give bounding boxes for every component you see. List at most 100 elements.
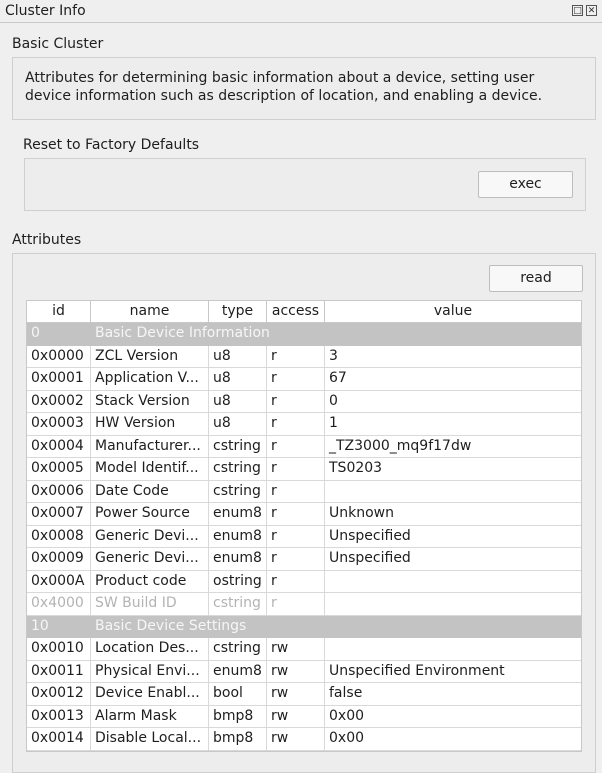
name-cell: Stack Version [91, 390, 209, 412]
table-row[interactable]: 0x0011 Physical Envi... enum8 rw Unspecified… [27, 660, 581, 683]
id-cell: 0x0012 [27, 683, 91, 705]
column-header-access[interactable]: access [267, 301, 325, 322]
type-cell: enum8 [209, 525, 267, 547]
value-cell: Unspecified [329, 527, 411, 544]
access-cell: r [267, 413, 325, 435]
type-cell: bool [209, 683, 267, 705]
name-cell: Disable Local... [91, 728, 209, 750]
attributes-table[interactable]: id name type access value 0 Basic Device … [26, 300, 582, 752]
name-cell: Application V... [91, 368, 209, 390]
group-id-cell: 0 [27, 323, 91, 345]
name-cell: Date Code [91, 480, 209, 502]
id-cell: 0x4000 [27, 593, 91, 615]
table-row[interactable]: 0x0014 Disable Local... bmp8 rw 0x00 [27, 728, 581, 751]
column-header-value[interactable]: value [325, 301, 581, 322]
type-cell: enum8 [209, 503, 267, 525]
table-row[interactable]: 0x0007 Power Source enum8 r Unknown [27, 503, 581, 526]
cluster-description: Attributes for determining basic informa… [25, 70, 543, 104]
table-row[interactable]: 0x0006 Date Code cstring r [27, 480, 581, 503]
table-header: id name type access value [27, 301, 581, 323]
id-cell: 0x0007 [27, 503, 91, 525]
id-cell: 0x0013 [27, 705, 91, 727]
name-cell: Generic Devi... [91, 548, 209, 570]
group-name-cell: Basic Device Information [95, 325, 270, 341]
value-cell: 67 [329, 370, 347, 386]
title-divider [0, 22, 602, 23]
close-icon[interactable]: ✕ [586, 5, 597, 16]
access-cell: r [267, 548, 325, 570]
table-row[interactable]: 0x0013 Alarm Mask bmp8 rw 0x00 [27, 705, 581, 728]
type-cell: u8 [209, 345, 267, 367]
type-cell: u8 [209, 413, 267, 435]
type-cell: enum8 [209, 660, 267, 682]
table-row[interactable]: 0x0009 Generic Devi... enum8 r Unspecified [27, 548, 581, 571]
table-row[interactable]: 0x0004 Manufacturer... cstring r _TZ3000_mq9… [27, 435, 581, 458]
access-cell: r [267, 345, 325, 367]
type-cell: bmp8 [209, 705, 267, 727]
name-cell: Location Des... [91, 638, 209, 660]
column-header-name[interactable]: name [91, 301, 209, 322]
access-cell: rw [267, 683, 325, 705]
exec-button[interactable]: exec [478, 171, 573, 198]
name-cell: HW Version [91, 413, 209, 435]
type-cell: bmp8 [209, 728, 267, 750]
access-cell: r [267, 570, 325, 592]
access-cell: rw [267, 705, 325, 727]
id-cell: 0x0011 [27, 660, 91, 682]
name-cell: Physical Envi... [91, 660, 209, 682]
type-cell: cstring [209, 458, 267, 480]
table-row[interactable]: 0x0002 Stack Version u8 r 0 [27, 390, 581, 413]
basic-cluster-label: Basic Cluster [12, 36, 104, 52]
type-cell: cstring [209, 638, 267, 660]
table-row[interactable]: 0x0010 Location Des... cstring rw [27, 638, 581, 661]
reset-label: Reset to Factory Defaults [23, 137, 200, 153]
group-row[interactable]: 10 Basic Device Settings [27, 615, 581, 638]
name-cell: ZCL Version [91, 345, 209, 367]
name-cell: Product code [91, 570, 209, 592]
id-cell: 0x0008 [27, 525, 91, 547]
value-cell: TS0203 [329, 460, 383, 476]
group-name-cell: Basic Device Settings [95, 617, 247, 634]
access-cell: r [267, 593, 325, 615]
name-cell: Generic Devi... [91, 525, 209, 547]
access-cell: r [267, 503, 325, 525]
name-cell: SW Build ID [91, 593, 209, 615]
id-cell: 0x0010 [27, 638, 91, 660]
value-cell: 0x00 [329, 707, 365, 724]
name-cell: Manufacturer... [91, 435, 209, 457]
value-cell [325, 571, 581, 593]
id-cell: 0x000A [27, 570, 91, 592]
table-row[interactable]: 0x0003 HW Version u8 r 1 [27, 413, 581, 436]
attributes-label: Attributes [12, 232, 82, 248]
group-id-cell: 10 [27, 615, 91, 637]
value-cell: false [329, 685, 363, 701]
table-row[interactable]: 0x0001 Application V... u8 r 67 [27, 368, 581, 391]
read-button[interactable]: read [489, 265, 583, 292]
type-cell: u8 [209, 390, 267, 412]
table-row[interactable]: 0x000A Product code ostring r [27, 570, 581, 593]
access-cell: r [267, 435, 325, 457]
restore-icon[interactable]: □ [572, 5, 583, 16]
table-row[interactable]: 0x0012 Device Enabl... bool rw false [27, 683, 581, 706]
type-cell: ostring [209, 570, 267, 592]
id-cell: 0x0009 [27, 548, 91, 570]
column-header-type[interactable]: type [209, 301, 267, 322]
access-cell: rw [267, 660, 325, 682]
value-cell: Unknown [329, 505, 394, 521]
id-cell: 0x0001 [27, 368, 91, 390]
table-row[interactable]: 0x4000 SW Build ID cstring r [27, 593, 581, 616]
group-row[interactable]: 0 Basic Device Information [27, 323, 581, 346]
access-cell: r [267, 368, 325, 390]
value-cell [325, 638, 581, 660]
value-cell: 0x00 [329, 730, 365, 746]
column-header-id[interactable]: id [27, 301, 91, 322]
table-row[interactable]: 0x0005 Model Identif... cstring r TS0203 [27, 458, 581, 481]
table-row[interactable]: 0x0000 ZCL Version u8 r 3 [27, 345, 581, 368]
type-cell: cstring [209, 593, 267, 615]
name-cell: Power Source [91, 503, 209, 525]
id-cell: 0x0003 [27, 413, 91, 435]
value-cell: 0 [329, 392, 338, 409]
table-row[interactable]: 0x0008 Generic Devi... enum8 r Unspecified [27, 525, 581, 548]
value-cell [325, 481, 581, 503]
value-cell: Unspecified [329, 550, 411, 566]
